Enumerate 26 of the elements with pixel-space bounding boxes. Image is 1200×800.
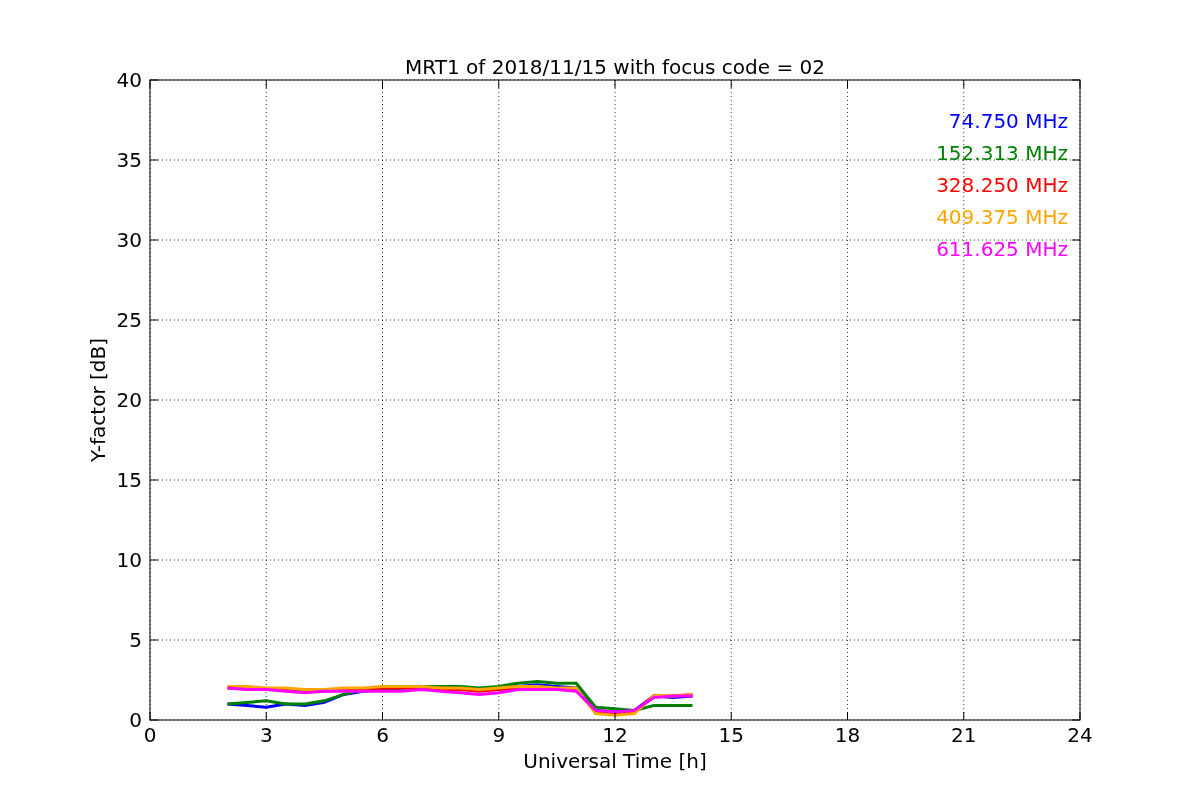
x-tick-label: 6 <box>376 723 389 747</box>
y-tick-label: 0 <box>129 708 142 732</box>
y-tick-label: 25 <box>116 308 142 332</box>
y-tick-label: 20 <box>116 388 142 412</box>
y-axis-label: Y-factor [dB] <box>86 338 110 462</box>
y-tick-label: 15 <box>116 468 142 492</box>
legend-label: 152.313 MHz <box>936 141 1068 165</box>
chart-title: MRT1 of 2018/11/15 with focus code = 02 <box>405 55 825 79</box>
legend-label: 328.250 MHz <box>936 173 1068 197</box>
x-tick-label: 12 <box>602 723 628 747</box>
legend-label: 409.375 MHz <box>936 205 1068 229</box>
y-tick-label: 40 <box>116 68 142 92</box>
x-tick-label: 24 <box>1067 723 1093 747</box>
x-tick-label: 15 <box>718 723 744 747</box>
x-tick-label: 3 <box>259 723 273 747</box>
legend-label: 611.625 MHz <box>936 237 1068 261</box>
x-tick-label: 21 <box>951 723 977 747</box>
x-tick-label: 18 <box>834 723 861 747</box>
y-tick-label: 30 <box>116 228 142 252</box>
x-axis-label: Universal Time [h] <box>523 749 707 773</box>
y-tick-label: 10 <box>116 548 142 572</box>
legend-label: 74.750 MHz <box>948 109 1068 133</box>
x-tick-label: 0 <box>143 723 157 747</box>
y-tick-label: 5 <box>129 628 142 652</box>
y-tick-label: 35 <box>116 148 142 172</box>
x-tick-label: 9 <box>492 723 506 747</box>
